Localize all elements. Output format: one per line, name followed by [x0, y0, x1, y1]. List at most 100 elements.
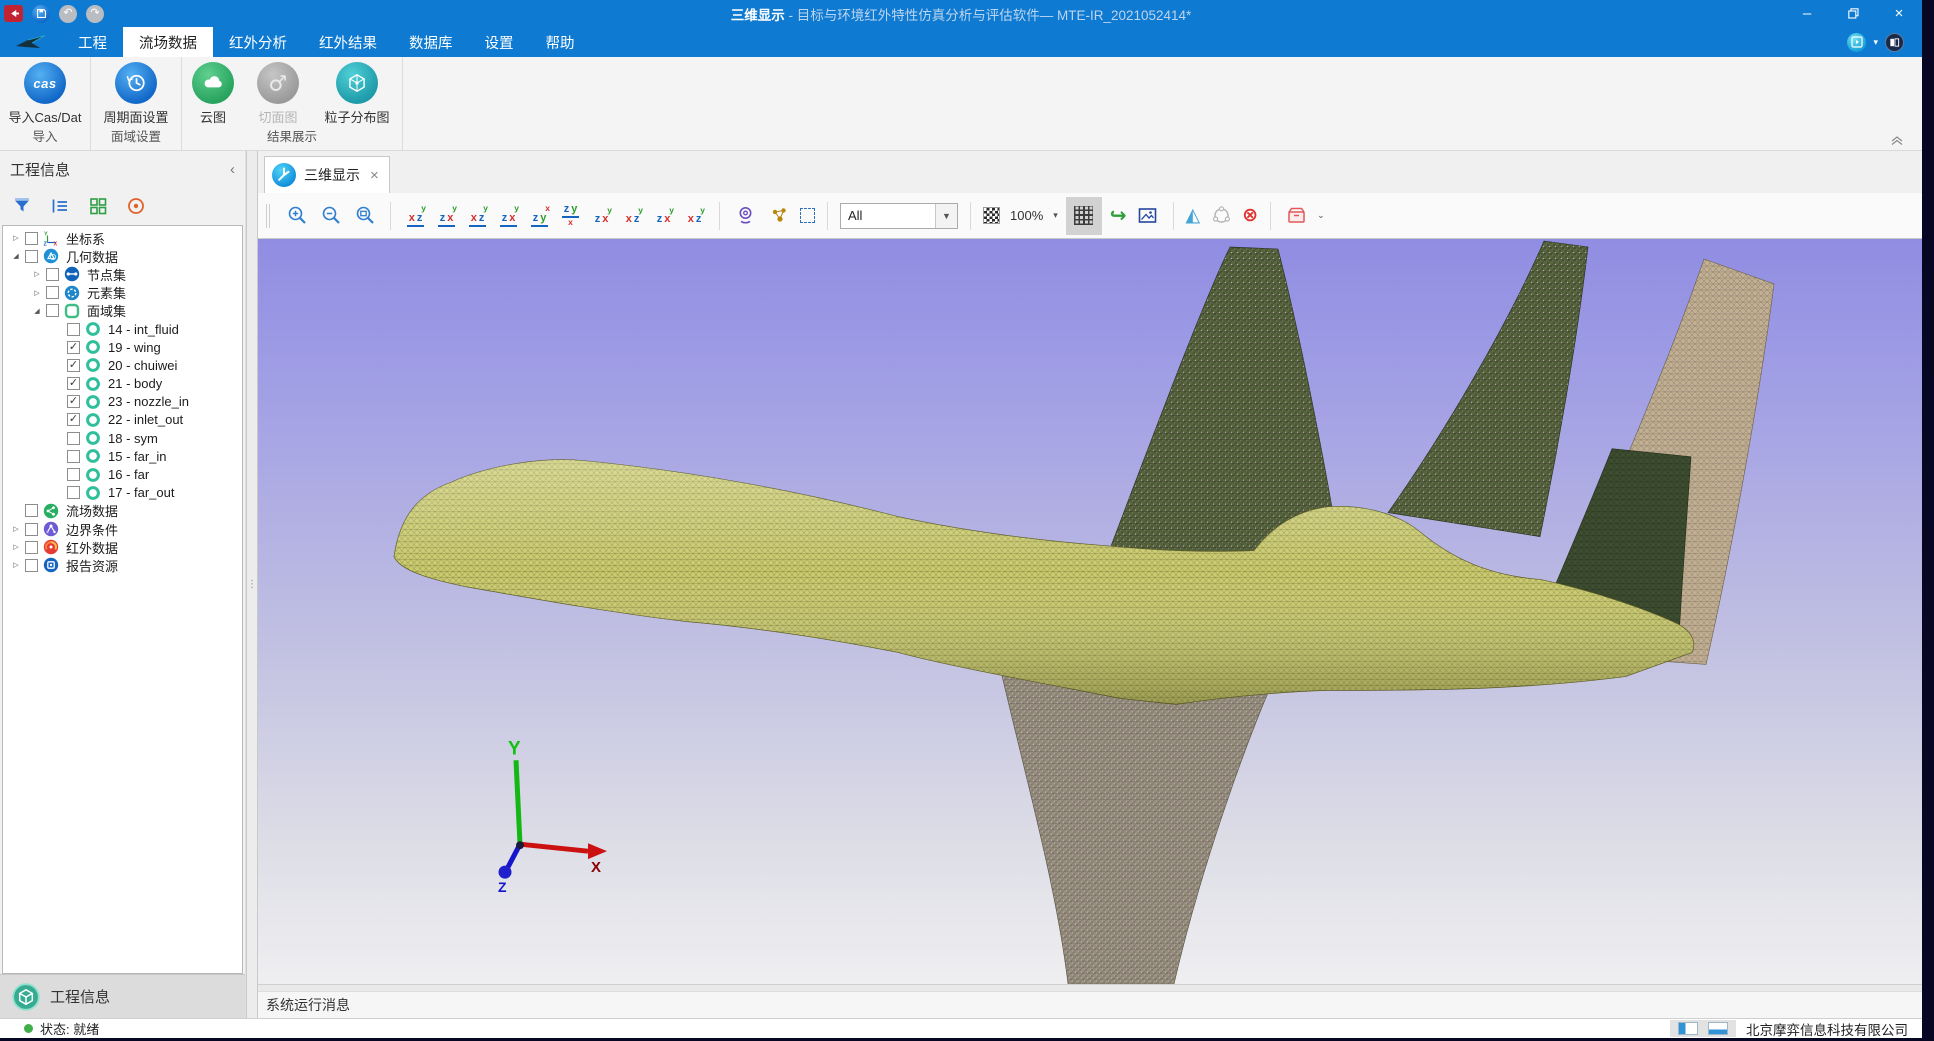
tree-item[interactable]: 流场数据: [3, 502, 242, 520]
menu-item-帮助[interactable]: 帮助: [530, 27, 591, 57]
tree-item[interactable]: ✓23 - nozzle_in: [3, 393, 242, 411]
tree-checkbox[interactable]: [46, 304, 59, 317]
tree-item[interactable]: ▷边界条件: [3, 520, 242, 538]
close-button[interactable]: ×: [1876, 0, 1922, 27]
tree-checkbox[interactable]: [25, 523, 38, 536]
view-orientation-icon[interactable]: yxz: [403, 204, 428, 227]
particle-distribution-button[interactable]: 粒子分布图: [314, 62, 400, 126]
tree-checkbox[interactable]: [25, 232, 38, 245]
tree-checkbox[interactable]: [46, 286, 59, 299]
tree-item[interactable]: ◢面域集: [3, 302, 242, 320]
tree-item[interactable]: ✓19 - wing: [3, 338, 242, 356]
tree-checkbox[interactable]: [25, 559, 38, 572]
tree-item[interactable]: ✓21 - body: [3, 375, 242, 393]
tree-checkbox[interactable]: ✓: [67, 359, 80, 372]
tree-item[interactable]: ▷节点集: [3, 265, 242, 283]
zoom-dropdown-icon[interactable]: ▾: [1053, 210, 1058, 221]
tree-expander-icon[interactable]: ▷: [30, 289, 44, 297]
tree-item[interactable]: 16 - far: [3, 465, 242, 483]
layout-bottom-panel-icon[interactable]: [1708, 1022, 1728, 1035]
tree-checkbox[interactable]: [46, 268, 59, 281]
combo-dropdown-icon[interactable]: ▼: [935, 204, 957, 228]
ribbon-collapse-icon[interactable]: [1890, 134, 1906, 146]
tree-item[interactable]: ✓20 - chuiwei: [3, 356, 242, 374]
tree-checkbox[interactable]: [25, 541, 38, 554]
import-cas-dat-button[interactable]: cas 导入Cas/Dat: [2, 62, 88, 126]
selection-box-icon[interactable]: [800, 208, 815, 223]
menu-item-设置[interactable]: 设置: [469, 27, 530, 57]
layout-book-icon[interactable]: [1885, 33, 1904, 52]
view-orientation-icon[interactable]: yxz: [620, 206, 645, 226]
clip-box-icon[interactable]: [1283, 199, 1309, 233]
tree-checkbox[interactable]: [67, 486, 80, 499]
run-panel-icon[interactable]: [1847, 33, 1866, 52]
tree-expander-icon[interactable]: ▷: [9, 561, 23, 569]
tree-expander-icon[interactable]: ▷: [9, 543, 23, 551]
mirror-icon[interactable]: ◭: [1186, 206, 1201, 225]
circle-nodes-icon[interactable]: [1208, 199, 1234, 233]
grid-squares-icon[interactable]: [88, 196, 108, 216]
view-orientation-icon[interactable]: yxz: [682, 206, 707, 226]
periodic-face-button[interactable]: 周期面设置: [93, 62, 179, 126]
filter-icon[interactable]: [12, 196, 32, 216]
molecule-icon[interactable]: [766, 199, 792, 233]
tree-item[interactable]: ▷红外数据: [3, 538, 242, 556]
target-icon[interactable]: [126, 196, 146, 216]
tree-checkbox[interactable]: [67, 468, 80, 481]
tree-checkbox[interactable]: [25, 504, 38, 517]
layout-left-panel-icon[interactable]: [1678, 1022, 1698, 1035]
tree-expander-icon[interactable]: ▷: [30, 270, 44, 278]
menu-item-红外分析[interactable]: 红外分析: [213, 27, 303, 57]
mesh-grid-toggle[interactable]: [1066, 197, 1102, 235]
zoom-out-icon[interactable]: [318, 199, 344, 233]
forward-arrow-icon[interactable]: ↪: [1110, 206, 1127, 226]
view-orientation-icon[interactable]: yzx: [589, 206, 614, 226]
minimize-button[interactable]: –: [1784, 0, 1830, 27]
view-orientation-icon[interactable]: yzx: [496, 204, 521, 227]
tree-checkbox[interactable]: ✓: [67, 413, 80, 426]
save-icon[interactable]: [32, 5, 50, 23]
tab-3d-display[interactable]: 三维显示 ×: [264, 156, 390, 193]
tree-item[interactable]: 15 - far_in: [3, 447, 242, 465]
menu-item-工程[interactable]: 工程: [62, 27, 123, 57]
tree-item[interactable]: ▷报告资源: [3, 556, 242, 574]
zoom-fit-icon[interactable]: [352, 199, 378, 233]
panel-footer[interactable]: 工程信息: [0, 974, 245, 1018]
tab-close-icon[interactable]: ×: [370, 167, 379, 184]
panel-splitter[interactable]: ⋮: [246, 151, 258, 1018]
app-icon[interactable]: [4, 5, 23, 22]
cloud-map-button[interactable]: 云图: [184, 62, 242, 126]
tree-item[interactable]: ▷元素集: [3, 284, 242, 302]
zoom-percent-value[interactable]: 100%: [1010, 208, 1043, 223]
tree-checkbox[interactable]: ✓: [67, 395, 80, 408]
tree-checkbox[interactable]: ✓: [67, 377, 80, 390]
tree-expander-icon[interactable]: ◢: [9, 252, 23, 260]
3d-viewport[interactable]: Y X Z: [258, 239, 1922, 984]
view-orientation-icon[interactable]: yzx: [651, 206, 676, 226]
redo-icon[interactable]: ↷: [86, 5, 104, 23]
zoom-in-icon[interactable]: [284, 199, 310, 233]
tree-item[interactable]: ▷YZX坐标系: [3, 229, 242, 247]
view-orientation-icon[interactable]: yxz: [465, 204, 490, 227]
menu-item-红外结果[interactable]: 红外结果: [303, 27, 393, 57]
tree-item[interactable]: 18 - sym: [3, 429, 242, 447]
tree-item[interactable]: ◢几何数据: [3, 247, 242, 265]
tree-checkbox[interactable]: [25, 250, 38, 263]
chevron-down-icon[interactable]: ▾: [1873, 37, 1878, 48]
tree-item[interactable]: 17 - far_out: [3, 484, 242, 502]
view-orientation-icon[interactable]: yzx: [434, 204, 459, 227]
camera-icon[interactable]: [732, 199, 758, 233]
menu-item-流场数据[interactable]: 流场数据: [123, 27, 213, 57]
undo-icon[interactable]: ↶: [59, 5, 77, 23]
view-orientation-icon[interactable]: zyx: [558, 204, 583, 227]
tree-checkbox[interactable]: ✓: [67, 341, 80, 354]
tree-expander-icon[interactable]: ▷: [9, 525, 23, 533]
cancel-icon[interactable]: ⊗: [1242, 206, 1258, 225]
menu-item-数据库[interactable]: 数据库: [393, 27, 469, 57]
tree-checkbox[interactable]: [67, 323, 80, 336]
opacity-checker-icon[interactable]: [983, 207, 1000, 224]
toolbar-grip[interactable]: [266, 204, 270, 228]
slice-map-button[interactable]: 切面图: [244, 62, 312, 126]
view-orientation-icon[interactable]: xzy: [527, 204, 552, 227]
tree-expander-icon[interactable]: ◢: [30, 307, 44, 315]
